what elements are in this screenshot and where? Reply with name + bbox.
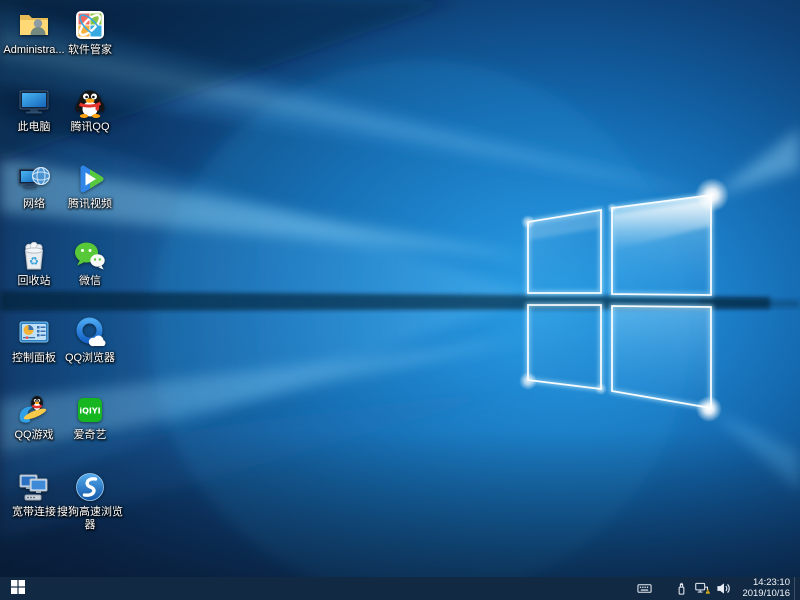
clock-time: 14:23:10 [742, 578, 790, 589]
svg-text:iQIYI: iQIYI [79, 407, 100, 416]
tencent-video-icon [73, 162, 107, 196]
wechat-icon [73, 239, 107, 273]
start-button[interactable] [0, 577, 36, 600]
desktop-icon-iqiyi[interactable]: iQIYI 爱奇艺 [56, 393, 124, 442]
clock-date: 2019/10/16 [742, 589, 790, 600]
iqiyi-icon: iQIYI [73, 393, 107, 427]
show-desktop-button[interactable] [794, 577, 800, 600]
desktop-icon-label: QQ浏览器 [56, 352, 124, 365]
desktop-icon-label: 爱奇艺 [56, 429, 124, 442]
qq-games-icon [17, 393, 51, 427]
software-manager-icon [73, 8, 107, 42]
network-icon [17, 162, 51, 196]
qq-browser-icon [73, 316, 107, 350]
network-status-warning-icon[interactable] [692, 577, 713, 600]
sogou-browser-icon [73, 470, 107, 504]
broadband-icon [17, 470, 51, 504]
desktop-icon-tencent-video[interactable]: 腾讯视频 [56, 162, 124, 211]
desktop-icon-qq-browser[interactable]: QQ浏览器 [56, 316, 124, 365]
desktop-icon-software-manager[interactable]: 软件管家 [56, 8, 124, 57]
desktop-icon-sogou-browser[interactable]: 搜狗高速浏览器 [56, 470, 124, 532]
tencent-qq-icon [73, 85, 107, 119]
svg-text:♻: ♻ [29, 255, 39, 268]
usb-device-icon[interactable] [671, 577, 692, 600]
recycle-bin-icon: ♻ [17, 239, 51, 273]
system-tray [634, 577, 734, 600]
desktop-icon-wechat[interactable]: 微信 [56, 239, 124, 288]
volume-icon[interactable] [713, 577, 734, 600]
touch-keyboard-icon[interactable] [634, 577, 655, 600]
desktop-icon-label: 软件管家 [56, 44, 124, 57]
taskbar: 14:23:10 2019/10/16 [0, 577, 800, 600]
desktop-icon-label: 微信 [56, 275, 124, 288]
this-pc-icon [17, 85, 51, 119]
windows-logo-icon [11, 580, 25, 597]
windows-desktop: Administra... 软件管家 此电脑 腾讯QQ 网络 腾讯视频 ♻回收站… [0, 0, 800, 600]
control-panel-icon [17, 316, 51, 350]
desktop-icon-label: 搜狗高速浏览器 [56, 506, 124, 532]
taskbar-clock[interactable]: 14:23:10 2019/10/16 [742, 578, 790, 599]
desktop-icon-label: 腾讯QQ [56, 121, 124, 134]
user-folder-icon [17, 8, 51, 42]
desktop-icon-label: 腾讯视频 [56, 198, 124, 211]
desktop-icon-grid: Administra... 软件管家 此电脑 腾讯QQ 网络 腾讯视频 ♻回收站… [0, 0, 200, 577]
desktop-icon-tencent-qq[interactable]: 腾讯QQ [56, 85, 124, 134]
